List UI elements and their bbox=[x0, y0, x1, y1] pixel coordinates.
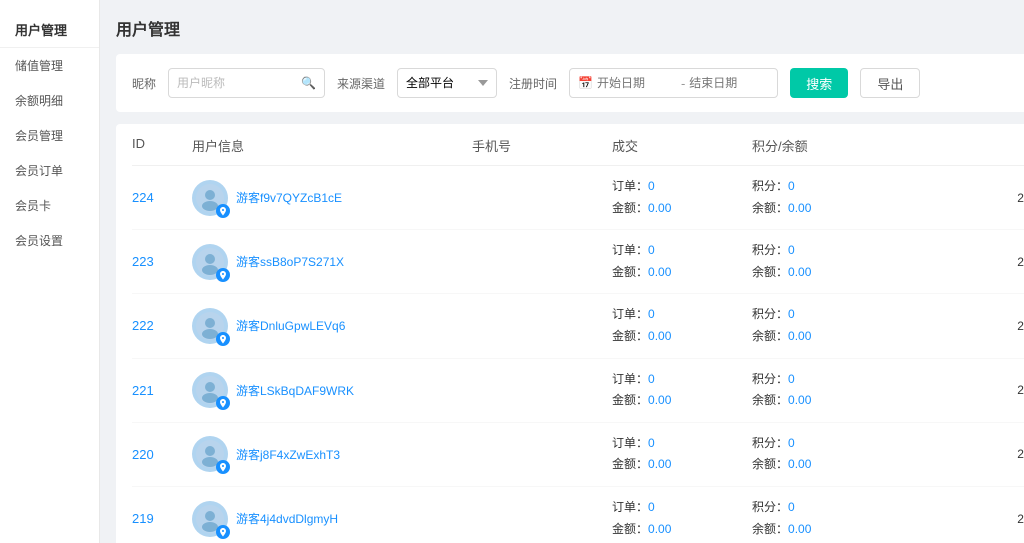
transaction: 订单：0 金额：0.00 bbox=[612, 176, 752, 219]
score-balance: 积分：0 余额：0.00 bbox=[752, 369, 932, 412]
score-balance: 积分：0 余额：0.00 bbox=[752, 240, 932, 283]
col-user-info: 用户信息 bbox=[192, 136, 472, 155]
user-table: ID 用户信息 手机号 成交 积分/余额 注册时间 224 bbox=[116, 124, 1024, 543]
user-id[interactable]: 224 bbox=[132, 190, 192, 205]
user-name[interactable]: 游客DnluGpwLEVq6 bbox=[236, 317, 345, 334]
avatar-badge bbox=[216, 460, 230, 474]
nickname-label: 昵称 bbox=[132, 75, 156, 92]
avatar-badge bbox=[216, 204, 230, 218]
avatar bbox=[192, 436, 228, 472]
user-name[interactable]: 游客4j4dvdDlgmyH bbox=[236, 510, 338, 527]
avatar bbox=[192, 180, 228, 216]
col-transaction: 成交 bbox=[612, 136, 752, 155]
sec-item-member-mgmt[interactable]: 会员管理 bbox=[0, 118, 99, 153]
date-start-input[interactable] bbox=[597, 76, 677, 90]
user-info: 游客DnluGpwLEVq6 bbox=[192, 308, 472, 344]
avatar bbox=[192, 244, 228, 280]
score-balance: 积分：0 余额：0.00 bbox=[752, 304, 932, 347]
user-info: 游客LSkBqDAF9WRK bbox=[192, 372, 472, 408]
reg-time: 2021-04-12 12:35 bbox=[932, 512, 1024, 526]
table-row: 221 游客LSkBqDAF9WRK 订单：0 金额：0.00 积分：0 余额：… bbox=[132, 359, 1024, 423]
reg-time: 2021-04-12 12:36 bbox=[932, 255, 1024, 269]
score-balance: 积分：0 余额：0.00 bbox=[752, 497, 932, 540]
score-balance: 积分：0 余额：0.00 bbox=[752, 176, 932, 219]
avatar bbox=[192, 308, 228, 344]
col-reg-time: 注册时间 bbox=[932, 136, 1024, 155]
avatar bbox=[192, 501, 228, 537]
calendar-icon: 📅 bbox=[578, 76, 593, 90]
user-name[interactable]: 游客LSkBqDAF9WRK bbox=[236, 382, 354, 399]
user-id[interactable]: 223 bbox=[132, 254, 192, 269]
col-phone: 手机号 bbox=[472, 136, 612, 155]
score-balance: 积分：0 余额：0.00 bbox=[752, 433, 932, 476]
transaction: 订单：0 金额：0.00 bbox=[612, 369, 752, 412]
transaction: 订单：0 金额：0.00 bbox=[612, 497, 752, 540]
user-name[interactable]: 游客f9v7QYZcB1cE bbox=[236, 189, 342, 206]
user-id[interactable]: 221 bbox=[132, 383, 192, 398]
transaction: 订单：0 金额：0.00 bbox=[612, 240, 752, 283]
avatar-badge bbox=[216, 268, 230, 282]
sec-item-balance-detail[interactable]: 余额明细 bbox=[0, 83, 99, 118]
transaction: 订单：0 金额：0.00 bbox=[612, 433, 752, 476]
date-range: 📅 - bbox=[569, 68, 778, 98]
col-score-balance: 积分/余额 bbox=[752, 136, 932, 155]
user-id[interactable]: 222 bbox=[132, 318, 192, 333]
user-info: 游客j8F4xZwExhT3 bbox=[192, 436, 472, 472]
source-label: 来源渠道 bbox=[337, 75, 385, 92]
user-name[interactable]: 游客j8F4xZwExhT3 bbox=[236, 446, 340, 463]
reg-time-label: 注册时间 bbox=[509, 75, 557, 92]
date-end-input[interactable] bbox=[689, 76, 769, 90]
sec-item-member-settings[interactable]: 会员设置 bbox=[0, 223, 99, 258]
filter-bar: 昵称 🔍 来源渠道 全部平台 微信 APP 注册时间 📅 - 搜索 导出 bbox=[116, 54, 1024, 112]
sec-item-member-card[interactable]: 会员卡 bbox=[0, 188, 99, 223]
user-id[interactable]: 220 bbox=[132, 447, 192, 462]
page-title: 用户管理 bbox=[116, 16, 1024, 40]
sec-sidebar-title: 用户管理 bbox=[0, 10, 99, 48]
search-button[interactable]: 搜索 bbox=[790, 68, 848, 98]
search-icon: 🔍 bbox=[301, 76, 316, 90]
user-name[interactable]: 游客ssB8oP7S271X bbox=[236, 253, 344, 270]
reg-time: 2021-04-12 12:35 bbox=[932, 447, 1024, 461]
user-info: 游客ssB8oP7S271X bbox=[192, 244, 472, 280]
avatar bbox=[192, 372, 228, 408]
nickname-input[interactable] bbox=[177, 76, 297, 90]
reg-time: 2021-04-12 12:36 bbox=[932, 319, 1024, 333]
table-row: 219 游客4j4dvdDlgmyH 订单：0 金额：0.00 积分：0 余额：… bbox=[132, 487, 1024, 543]
export-button[interactable]: 导出 bbox=[860, 68, 920, 98]
table-row: 220 游客j8F4xZwExhT3 订单：0 金额：0.00 积分：0 余额：… bbox=[132, 423, 1024, 487]
source-select[interactable]: 全部平台 微信 APP bbox=[397, 68, 497, 98]
col-id: ID bbox=[132, 136, 192, 155]
avatar-badge bbox=[216, 396, 230, 410]
table-row: 224 游客f9v7QYZcB1cE 订单：0 金额：0.00 积分：0 余额：… bbox=[132, 166, 1024, 230]
sec-item-member-orders[interactable]: 会员订单 bbox=[0, 153, 99, 188]
reg-time: 2021-04-12 12:36 bbox=[932, 383, 1024, 397]
nickname-input-wrap: 🔍 bbox=[168, 68, 325, 98]
transaction: 订单：0 金额：0.00 bbox=[612, 304, 752, 347]
table-body: 224 游客f9v7QYZcB1cE 订单：0 金额：0.00 积分：0 余额：… bbox=[132, 166, 1024, 543]
date-separator: - bbox=[681, 76, 685, 91]
user-info: 游客4j4dvdDlgmyH bbox=[192, 501, 472, 537]
table-header: ID 用户信息 手机号 成交 积分/余额 注册时间 bbox=[132, 124, 1024, 166]
main-content: 用户管理 昵称 🔍 来源渠道 全部平台 微信 APP 注册时间 📅 - 搜索 导 bbox=[100, 0, 1024, 543]
secondary-sidebar: 用户管理 储值管理 余额明细 会员管理 会员订单 会员卡 会员设置 bbox=[0, 0, 100, 543]
user-id[interactable]: 219 bbox=[132, 511, 192, 526]
table-row: 223 游客ssB8oP7S271X 订单：0 金额：0.00 积分：0 余额：… bbox=[132, 230, 1024, 294]
user-info: 游客f9v7QYZcB1cE bbox=[192, 180, 472, 216]
sec-item-storage[interactable]: 储值管理 bbox=[0, 48, 99, 83]
table-row: 222 游客DnluGpwLEVq6 订单：0 金额：0.00 积分：0 余额：… bbox=[132, 294, 1024, 358]
avatar-badge bbox=[216, 332, 230, 346]
reg-time: 2021-04-12 13:07 bbox=[932, 191, 1024, 205]
avatar-badge bbox=[216, 525, 230, 539]
